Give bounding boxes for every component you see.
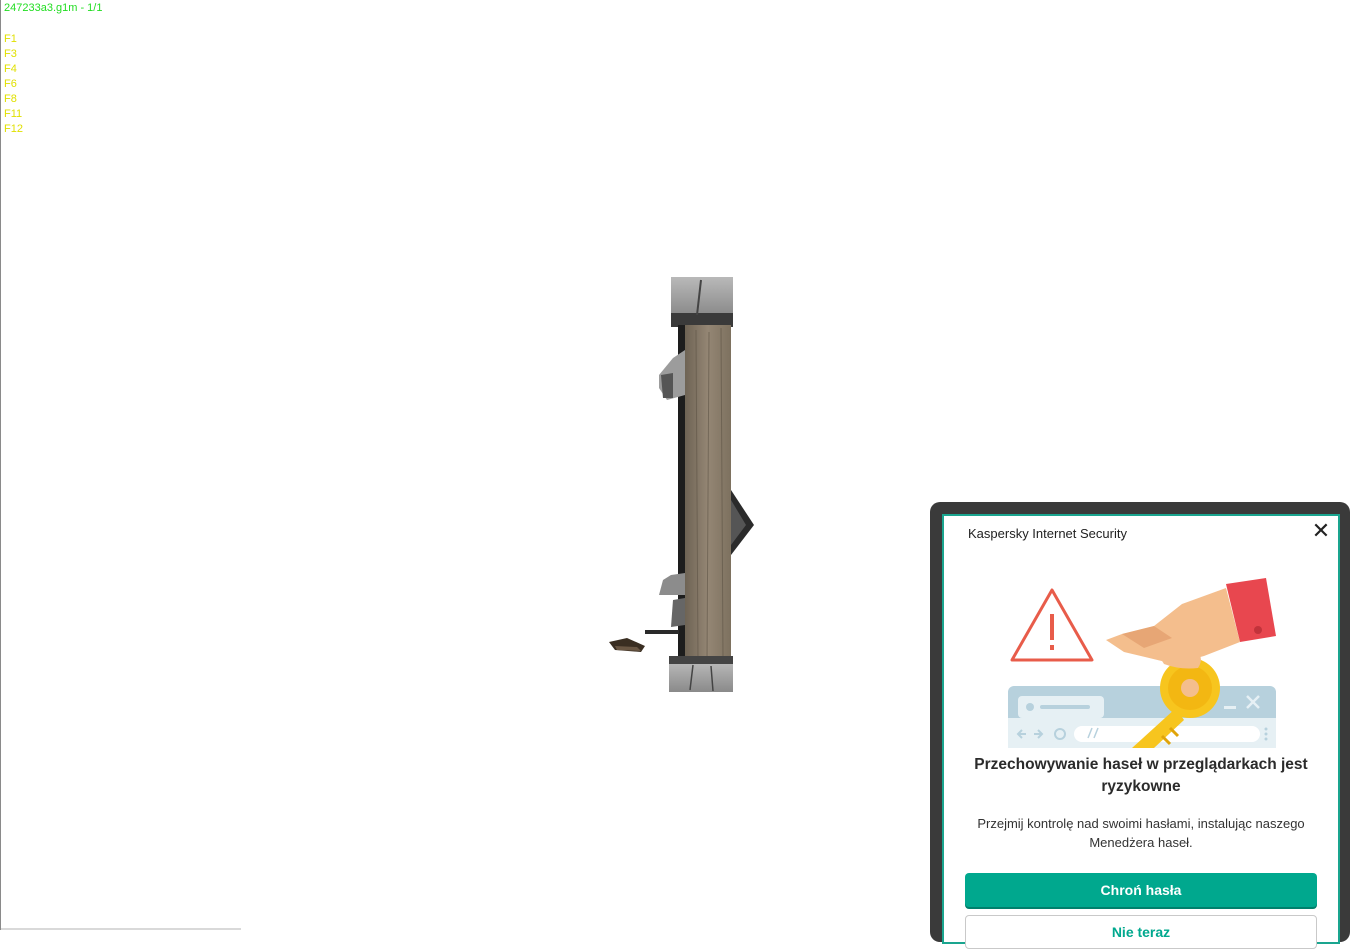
hotkey-label: F6 bbox=[4, 78, 17, 90]
hotkey-label: F1 bbox=[4, 33, 17, 45]
3d-model-render[interactable] bbox=[601, 270, 761, 700]
close-icon[interactable]: ✕ bbox=[1310, 521, 1332, 544]
password-risk-illustration bbox=[1008, 578, 1276, 748]
hotkey-list: F1 F3 F4 F6 F8 F11 F12 bbox=[4, 32, 23, 137]
notification-heading: Przechowywanie haseł w przeglądarkach je… bbox=[974, 756, 1308, 795]
protect-passwords-button[interactable]: Chroń hasła bbox=[965, 873, 1317, 907]
hotkey-label: F4 bbox=[4, 63, 17, 75]
hotkey-label: F11 bbox=[4, 108, 23, 120]
notification-app-title: Kaspersky Internet Security bbox=[968, 526, 1127, 541]
notification-body: Przejmij kontrolę nad swoimi hasłami, in… bbox=[977, 816, 1305, 850]
hotkey-label: F8 bbox=[4, 93, 17, 105]
viewer-file-title: 247233a3.g1m - 1/1 bbox=[4, 2, 103, 14]
kaspersky-notification: Kaspersky Internet Security ✕ Przechowyw… bbox=[942, 514, 1340, 949]
not-now-button[interactable]: Nie teraz bbox=[965, 915, 1317, 949]
hotkey-label: F12 bbox=[4, 123, 23, 135]
hotkey-label: F3 bbox=[4, 48, 17, 60]
